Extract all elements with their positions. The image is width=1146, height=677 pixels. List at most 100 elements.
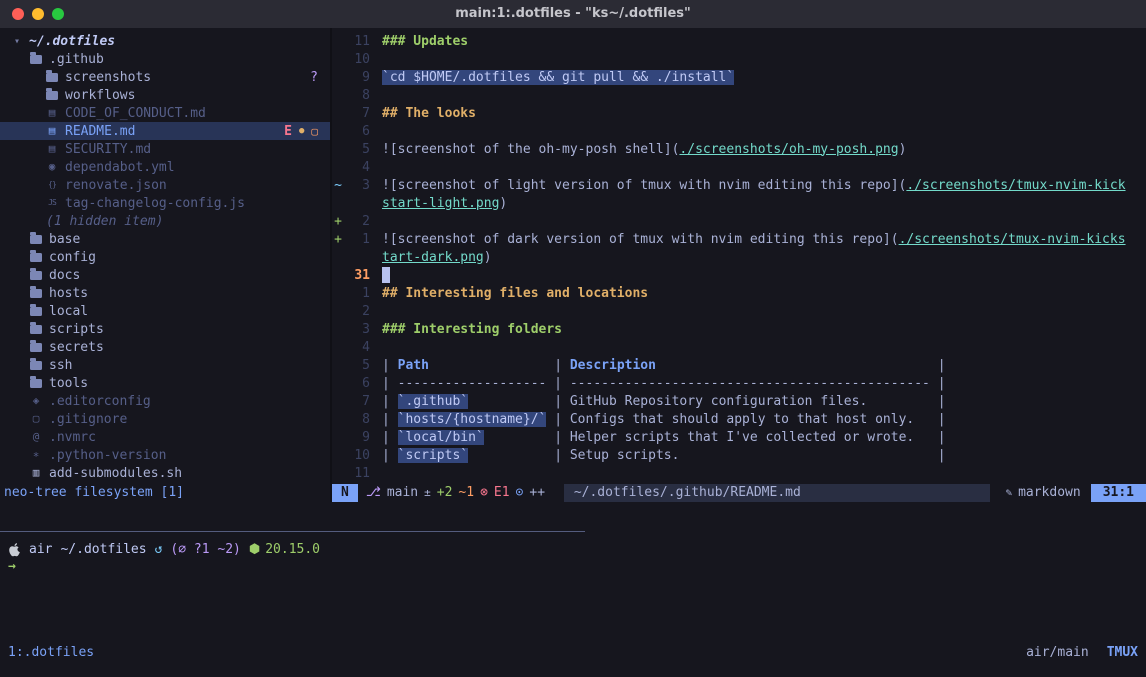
text-segment: | bbox=[429, 358, 570, 373]
cursor-position: 31:1 bbox=[1091, 484, 1146, 502]
editor-line-text: ### Updates bbox=[382, 34, 468, 49]
editor-line-9[interactable]: 9| `local/bin` | Helper scripts that I'v… bbox=[332, 428, 1146, 446]
tree-item-ssh[interactable]: ssh bbox=[0, 356, 330, 374]
editor-line-text: | `.github` | GitHub Repository configur… bbox=[382, 394, 946, 409]
editor-line-8[interactable]: 8| `hosts/{hostname}/` | Configs that sh… bbox=[332, 410, 1146, 428]
tree-item-label: .github bbox=[49, 52, 104, 67]
shell-prompt: air ~/.dotfiles ↺ (⌀ ?1 ~2) ⬢ 20.15.0 bbox=[8, 540, 320, 558]
folder-icon bbox=[30, 379, 42, 388]
git-sign bbox=[332, 142, 344, 157]
tmux-session-label: air/main bbox=[1026, 644, 1089, 662]
tree-item-scripts[interactable]: scripts bbox=[0, 320, 330, 338]
line-number: 4 bbox=[344, 160, 370, 175]
tree-item-dependabot-yml[interactable]: ◉dependabot.yml bbox=[0, 158, 330, 176]
text-segment: Path bbox=[398, 358, 429, 373]
git-sign bbox=[332, 268, 344, 283]
tree-item-base[interactable]: base bbox=[0, 230, 330, 248]
editor-line-4[interactable]: 4 bbox=[332, 158, 1146, 176]
editor-line-10[interactable]: 10| `scripts` | Setup scripts. | bbox=[332, 446, 1146, 464]
editor-line-1[interactable]: +1![screenshot of dark version of tmux w… bbox=[332, 230, 1146, 248]
tree-item-renovate-json[interactable]: {}renovate.json bbox=[0, 176, 330, 194]
text-segment: ## Interesting files and locations bbox=[382, 286, 648, 301]
editor-line-3[interactable]: 3### Interesting folders bbox=[332, 320, 1146, 338]
editor-line-text: tart-dark.png) bbox=[382, 250, 492, 265]
text-segment: Description bbox=[570, 358, 656, 373]
git-sign: ~ bbox=[332, 178, 344, 193]
traffic-lights bbox=[12, 8, 64, 20]
editor-line-wrap[interactable]: tart-dark.png) bbox=[332, 248, 1146, 266]
tree-item-add-submodules-sh[interactable]: ▥add-submodules.sh bbox=[0, 464, 330, 482]
editor-line-6[interactable]: 6| ------------------- | ---------------… bbox=[332, 374, 1146, 392]
tree-item-code-of-conduct-md[interactable]: ▤CODE_OF_CONDUCT.md bbox=[0, 104, 330, 122]
tree-item-label: .gitignore bbox=[49, 412, 127, 427]
editor-line-7[interactable]: 7| `.github` | GitHub Repository configu… bbox=[332, 392, 1146, 410]
git-sign bbox=[332, 376, 344, 391]
tree-item-label: local bbox=[49, 304, 88, 319]
editor-line-9[interactable]: 9`cd $HOME/.dotfiles && git pull && ./in… bbox=[332, 68, 1146, 86]
tree-item-badges: E●▢ bbox=[284, 122, 318, 140]
tree-item-local[interactable]: local bbox=[0, 302, 330, 320]
git-sign bbox=[332, 52, 344, 67]
tree-item-readme-md[interactable]: ▤README.mdE●▢ bbox=[0, 122, 330, 140]
text-segment: ./screenshots/tmux-nvim-kick bbox=[906, 178, 1125, 193]
editor-line-4[interactable]: 4 bbox=[332, 338, 1146, 356]
editor-line-8[interactable]: 8 bbox=[332, 86, 1146, 104]
tmux-window-item[interactable]: 1:.dotfiles bbox=[8, 644, 94, 662]
tree-item-hosts[interactable]: hosts bbox=[0, 284, 330, 302]
git-branch-name: main bbox=[387, 484, 418, 502]
tree-item-secrets[interactable]: secrets bbox=[0, 338, 330, 356]
text-segment: GitHub Repository configuration files. bbox=[570, 394, 867, 409]
tree-item-docs[interactable]: docs bbox=[0, 266, 330, 284]
folder-icon bbox=[30, 325, 42, 334]
close-button[interactable] bbox=[12, 8, 24, 20]
text-segment: start-light.png bbox=[382, 196, 499, 211]
editor-line-6[interactable]: 6 bbox=[332, 122, 1146, 140]
tree-root-label: ~/.dotfiles bbox=[29, 34, 115, 49]
git-sign: + bbox=[332, 214, 344, 229]
editor-line-11[interactable]: 11 bbox=[332, 464, 1146, 482]
editor-line-11[interactable]: 11### Updates bbox=[332, 32, 1146, 50]
editor-line-wrap[interactable]: start-light.png) bbox=[332, 194, 1146, 212]
tree-item-editorconfig[interactable]: ◈.editorconfig bbox=[0, 392, 330, 410]
minimize-button[interactable] bbox=[32, 8, 44, 20]
text-segment: ![screenshot of dark version of tmux wit… bbox=[382, 232, 899, 247]
node-version: 20.15.0 bbox=[265, 542, 320, 557]
editor-line-1[interactable]: 1## Interesting files and locations bbox=[332, 284, 1146, 302]
text-segment: ) bbox=[499, 196, 507, 211]
editor-line-10[interactable]: 10 bbox=[332, 50, 1146, 68]
tree-item-label: .nvmrc bbox=[49, 430, 96, 445]
editor-line-7[interactable]: 7## The looks bbox=[332, 104, 1146, 122]
zoom-button[interactable] bbox=[52, 8, 64, 20]
tree-item-nvmrc[interactable]: @.nvmrc bbox=[0, 428, 330, 446]
node-icon: ⬢ bbox=[249, 542, 260, 557]
tree-item-python-version[interactable]: ∗.python-version bbox=[0, 446, 330, 464]
editor-line-3[interactable]: ~3![screenshot of light version of tmux … bbox=[332, 176, 1146, 194]
tree-item-security-md[interactable]: ▤SECURITY.md bbox=[0, 140, 330, 158]
tree-item-tools[interactable]: tools bbox=[0, 374, 330, 392]
editor-buffer[interactable]: 11### Updates 10 9`cd $HOME/.dotfiles &&… bbox=[332, 32, 1146, 482]
shell-input-line[interactable]: → bbox=[8, 558, 16, 576]
file-tree: .githubscreenshots?workflows▤CODE_OF_CON… bbox=[0, 50, 330, 482]
hint-count: ++ bbox=[529, 484, 545, 502]
text-segment: ) bbox=[899, 142, 907, 157]
tree-item-workflows[interactable]: workflows bbox=[0, 86, 330, 104]
editor-line-31[interactable]: 31 bbox=[332, 266, 1146, 284]
tree-item-github[interactable]: .github bbox=[0, 50, 330, 68]
text-segment: ) bbox=[484, 250, 492, 265]
tree-item-label: add-submodules.sh bbox=[49, 466, 182, 481]
folder-icon bbox=[30, 253, 42, 262]
tree-item-gitignore[interactable]: ▢.gitignore bbox=[0, 410, 330, 428]
tree-item-tag-changelog-config-js[interactable]: JStag-changelog-config.js bbox=[0, 194, 330, 212]
git-sign bbox=[332, 34, 344, 49]
editor-line-2[interactable]: 2 bbox=[332, 302, 1146, 320]
editor-line-5[interactable]: 5| Path | Description | bbox=[332, 356, 1146, 374]
tree-item-1-hidden-item[interactable]: (1 hidden item) bbox=[0, 212, 330, 230]
editor-line-text: | `hosts/{hostname}/` | Configs that sho… bbox=[382, 412, 946, 427]
editor-line-2[interactable]: +2 bbox=[332, 212, 1146, 230]
tree-root[interactable]: ▾ ~/.dotfiles bbox=[0, 32, 330, 50]
editor-line-5[interactable]: 5![screenshot of the oh-my-posh shell](.… bbox=[332, 140, 1146, 158]
tree-item-screenshots[interactable]: screenshots? bbox=[0, 68, 330, 86]
error-badge: E bbox=[284, 124, 292, 139]
filetype-section: ✎ markdown bbox=[995, 484, 1090, 502]
tree-item-config[interactable]: config bbox=[0, 248, 330, 266]
